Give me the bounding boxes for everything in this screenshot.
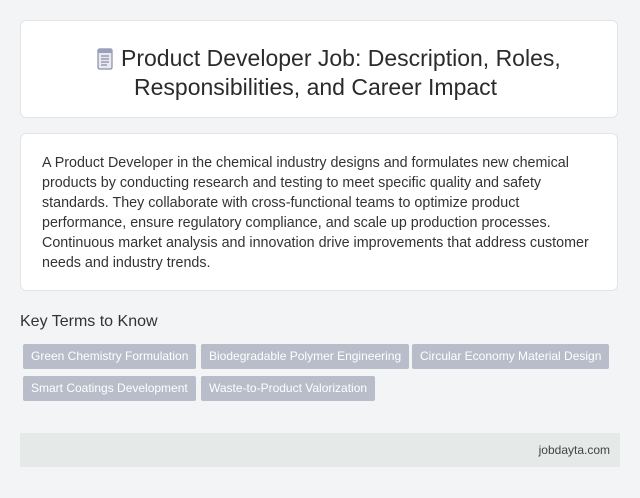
tag-green-chemistry-formulation[interactable]: Green Chemistry Formulation bbox=[23, 344, 197, 369]
document-icon bbox=[97, 48, 113, 70]
page-title-line-2: Responsibilities, and Career Impact bbox=[134, 74, 498, 100]
key-terms-heading: Key Terms to Know bbox=[20, 313, 158, 330]
description-card: A Product Developer in the chemical indu… bbox=[20, 133, 618, 291]
tag-circular-economy-material-design[interactable]: Circular Economy Material Design bbox=[412, 344, 610, 369]
title-card: Product Developer Job: Description, Role… bbox=[20, 20, 618, 118]
tag-biodegradable-polymer-engineering[interactable]: Biodegradable Polymer Engineering bbox=[201, 344, 410, 369]
tag-smart-coatings-development[interactable]: Smart Coatings Development bbox=[23, 376, 196, 401]
description-text: A Product Developer in the chemical indu… bbox=[42, 155, 589, 271]
footer-site-link[interactable]: jobdayta.com bbox=[539, 443, 610, 457]
page-title-line-1: Product Developer Job: Description, Role… bbox=[121, 45, 561, 71]
footer: jobdayta.com bbox=[20, 433, 620, 467]
tag-waste-to-product-valorization[interactable]: Waste-to-Product Valorization bbox=[201, 376, 376, 401]
